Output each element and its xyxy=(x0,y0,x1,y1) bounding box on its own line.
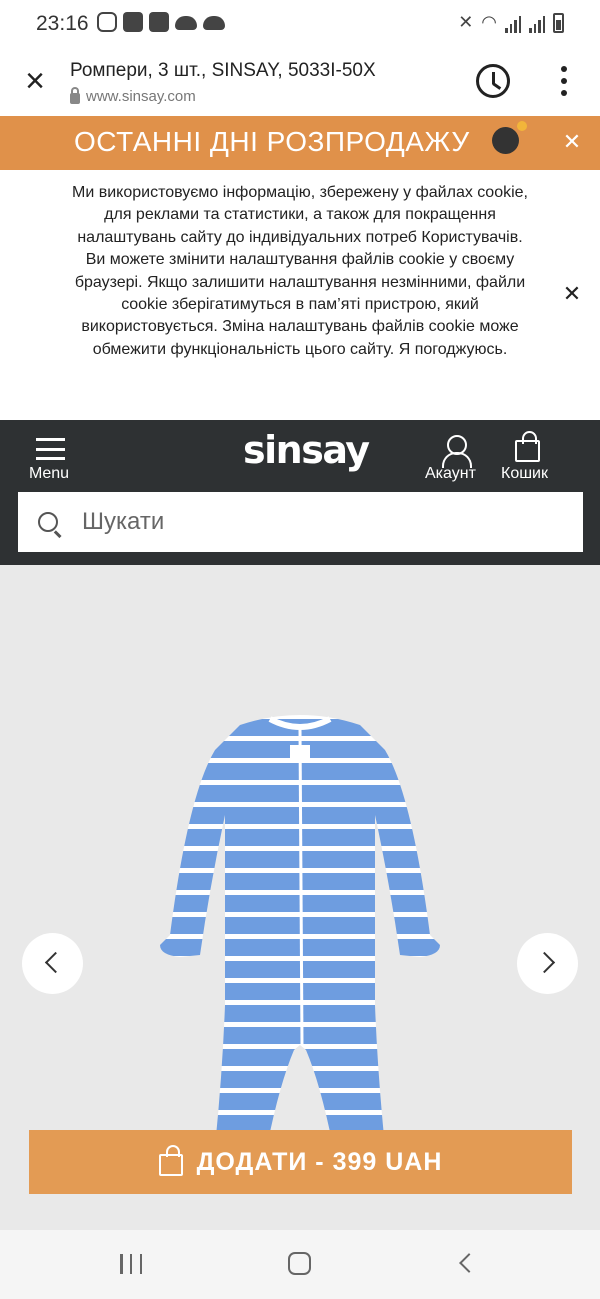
cloud-up-icon xyxy=(175,16,197,30)
status-time: 23:16 xyxy=(36,12,89,35)
next-image-button[interactable] xyxy=(517,933,578,994)
close-icon[interactable]: × xyxy=(20,64,50,98)
signal-icon xyxy=(529,15,545,33)
cookie-notice: Ми використовуємо інформацію, збережену … xyxy=(0,170,600,420)
menu-label[interactable]: Menu xyxy=(29,465,69,483)
lock-icon xyxy=(70,86,80,104)
account-icon[interactable] xyxy=(442,435,472,468)
app-icon xyxy=(123,12,143,32)
cart-label[interactable]: Кошик xyxy=(501,465,548,483)
browser-toolbar: × Ромпери, 3 шт., SINSAY, 5033I-50X www.… xyxy=(0,48,600,116)
signal-icon xyxy=(505,15,521,33)
chevron-left-icon xyxy=(44,951,67,974)
instagram-icon xyxy=(97,12,117,32)
cart-icon[interactable] xyxy=(515,431,540,462)
search-icon[interactable] xyxy=(38,512,58,532)
home-icon[interactable] xyxy=(288,1252,311,1275)
promo-close-icon[interactable]: ✕ xyxy=(560,130,584,154)
cookie-close-icon[interactable]: ✕ xyxy=(562,283,582,305)
system-icons: ✕ ◠ xyxy=(458,12,564,33)
previous-image-button[interactable] xyxy=(22,933,83,994)
battery-icon xyxy=(553,13,564,33)
cloud-icon xyxy=(203,16,225,30)
cookie-text: Ми використовуємо інформацію, збережену … xyxy=(72,184,528,358)
add-to-cart-label: ДОДАТИ - 399 UAH xyxy=(196,1147,443,1176)
url-text: www.sinsay.com xyxy=(86,88,196,105)
search-input[interactable] xyxy=(82,504,562,540)
promo-text: ОСТАННІ ДНІ РОЗПРОДАЖУ xyxy=(74,126,470,157)
chevron-right-icon xyxy=(533,951,556,974)
product-label-tag xyxy=(290,745,310,759)
app-icon xyxy=(149,12,169,32)
notification-icons xyxy=(97,12,225,32)
bag-icon xyxy=(158,1145,183,1176)
mute-icon: ✕ xyxy=(458,12,474,32)
page-url[interactable]: www.sinsay.com xyxy=(70,86,196,105)
wifi-icon: ◠ xyxy=(481,12,497,32)
history-icon[interactable] xyxy=(476,64,510,98)
account-label[interactable]: Акаунт xyxy=(425,465,476,483)
sinsay-logo[interactable]: sinsay xyxy=(243,428,370,472)
status-bar: 23:16 ✕ ◠ xyxy=(0,0,600,48)
recent-apps-icon[interactable] xyxy=(120,1254,142,1274)
add-to-cart-button[interactable]: ДОДАТИ - 399 UAH xyxy=(29,1130,572,1194)
bomb-icon xyxy=(492,121,527,154)
page-title: Ромпери, 3 шт., SINSAY, 5033I-50X xyxy=(70,60,376,81)
more-options-icon[interactable] xyxy=(556,66,572,96)
hamburger-icon[interactable] xyxy=(36,438,65,460)
